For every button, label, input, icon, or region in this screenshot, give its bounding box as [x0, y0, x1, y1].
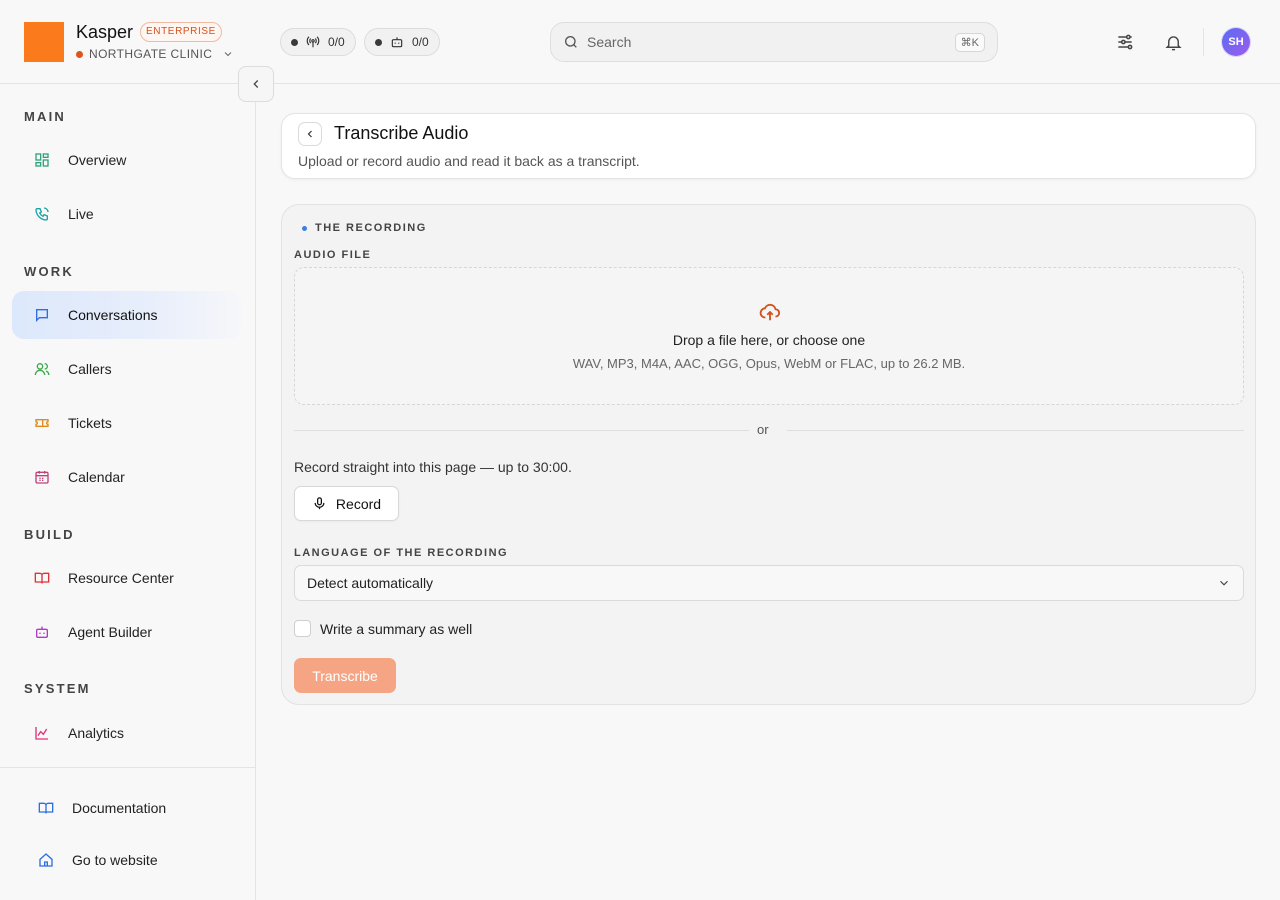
sidebar-item-label: Conversations: [68, 307, 158, 323]
calls-count: 0/0: [328, 35, 345, 49]
org-name: NORTHGATE CLINIC: [89, 47, 213, 61]
sidebar-item-overview[interactable]: Overview: [12, 136, 242, 184]
sidebar: MAIN Overview Live WORK Conversations Ca…: [0, 84, 256, 900]
summary-checkbox-label: Write a summary as well: [320, 620, 473, 637]
filter-settings-icon[interactable]: [1113, 30, 1137, 54]
user-avatar[interactable]: SH: [1222, 28, 1250, 56]
section-title: THE RECORDING: [302, 222, 427, 234]
back-button[interactable]: [298, 122, 322, 146]
audio-file-label: AUDIO FILE: [294, 249, 372, 261]
sidebar-item-tickets[interactable]: Tickets: [12, 399, 242, 447]
chevron-left-icon: [304, 128, 316, 140]
plan-badge: ENTERPRISE: [140, 22, 222, 42]
header-divider: [1203, 28, 1204, 56]
search-shortcut: ⌘K: [954, 32, 985, 52]
page-subtitle: Upload or record audio and read it back …: [298, 153, 640, 169]
sidebar-item-label: Agent Builder: [68, 624, 153, 640]
status-dot: [291, 38, 298, 46]
chat-icon: [34, 307, 50, 323]
org-status-dot: [76, 50, 83, 58]
sidebar-item-label: Documentation: [72, 800, 167, 816]
sidebar-item-label: Resource Center: [68, 570, 174, 586]
sidebar-item-label: Overview: [68, 152, 127, 168]
sidebar-item-calendar[interactable]: Calendar: [12, 453, 242, 501]
divider-left: [294, 430, 749, 431]
home-icon: [38, 852, 54, 868]
section-system: SYSTEM: [24, 681, 91, 696]
dropzone-formats: WAV, MP3, M4A, AAC, OGG, Opus, WebM or F…: [572, 356, 966, 371]
sidebar-item-label: Live: [68, 206, 94, 222]
status-dot: [375, 38, 382, 46]
sidebar-item-conversations[interactable]: Conversations: [12, 291, 242, 339]
book-open-icon: [34, 570, 50, 586]
agents-indicator[interactable]: 0/0: [364, 28, 440, 56]
search-icon: [563, 34, 579, 50]
section-main: MAIN: [24, 109, 67, 124]
phone-icon: [34, 206, 50, 222]
sidebar-collapse-button[interactable]: [238, 66, 274, 102]
microphone-icon: [312, 496, 327, 511]
search-bar[interactable]: ⌘K: [550, 22, 998, 62]
bell-icon[interactable]: [1161, 30, 1185, 54]
chevron-left-icon: [249, 77, 263, 91]
summary-checkbox[interactable]: [294, 620, 311, 637]
top-header: Kasper ENTERPRISE NORTHGATE CLINIC 0/0 0…: [0, 0, 1280, 84]
sidebar-item-agent-builder[interactable]: Agent Builder: [12, 608, 242, 656]
sidebar-item-documentation[interactable]: Documentation: [12, 784, 242, 832]
chevron-down-icon: [222, 48, 234, 60]
sidebar-item-label: Analytics: [68, 725, 125, 741]
sidebar-item-label: Calendar: [68, 469, 125, 485]
section-work: WORK: [24, 264, 74, 279]
users-icon: [34, 361, 50, 377]
language-label: LANGUAGE OF THE RECORDING: [294, 547, 509, 559]
sidebar-item-label: Callers: [68, 361, 112, 377]
brand-name: Kasper: [76, 22, 134, 42]
calendar-icon: [34, 469, 50, 485]
section-title-text: THE RECORDING: [315, 222, 427, 234]
ticket-icon: [34, 415, 50, 431]
recording-panel: THE RECORDING AUDIO FILE Drop a file her…: [281, 204, 1256, 705]
record-hint: Record straight into this page — up to 3…: [294, 459, 572, 475]
or-separator: or: [757, 422, 769, 437]
section-build: BUILD: [24, 527, 75, 542]
language-select-value: Detect automatically: [307, 575, 434, 591]
transcribe-button[interactable]: Transcribe: [294, 658, 396, 693]
sidebar-item-analytics[interactable]: Analytics: [12, 709, 242, 757]
broadcast-icon: [306, 35, 320, 49]
dropzone-title: Drop a file here, or choose one: [672, 332, 866, 348]
bot-icon: [390, 35, 404, 49]
record-button[interactable]: Record: [294, 486, 399, 521]
upload-cloud-icon: [759, 301, 781, 323]
agents-count: 0/0: [412, 35, 429, 49]
page-title: Transcribe Audio: [334, 123, 469, 143]
bot-icon: [34, 624, 50, 640]
sidebar-item-label: Go to website: [72, 852, 158, 868]
file-dropzone[interactable]: Drop a file here, or choose one WAV, MP3…: [294, 267, 1244, 405]
divider-right: [787, 430, 1244, 431]
search-input[interactable]: [587, 34, 947, 50]
section-dot: [302, 225, 307, 231]
live-calls-indicator[interactable]: 0/0: [280, 28, 356, 56]
brand-logo[interactable]: [24, 22, 64, 62]
line-chart-icon: [34, 725, 50, 741]
sidebar-item-go-to-website[interactable]: Go to website: [12, 836, 242, 884]
sidebar-item-live[interactable]: Live: [12, 190, 242, 238]
chevron-down-icon: [1217, 576, 1231, 590]
language-select[interactable]: Detect automatically: [294, 565, 1244, 601]
sidebar-item-resource-center[interactable]: Resource Center: [12, 554, 242, 602]
org-switcher[interactable]: NORTHGATE CLINIC: [76, 47, 234, 61]
sidebar-footer: [0, 767, 256, 768]
record-button-label: Record: [335, 495, 382, 512]
page-header-card: Transcribe Audio Upload or record audio …: [281, 113, 1256, 179]
summary-checkbox-row[interactable]: Write a summary as well: [294, 620, 472, 637]
sidebar-item-callers[interactable]: Callers: [12, 345, 242, 393]
dashboard-icon: [34, 152, 50, 168]
sidebar-item-label: Tickets: [68, 415, 112, 431]
book-icon: [38, 800, 54, 816]
